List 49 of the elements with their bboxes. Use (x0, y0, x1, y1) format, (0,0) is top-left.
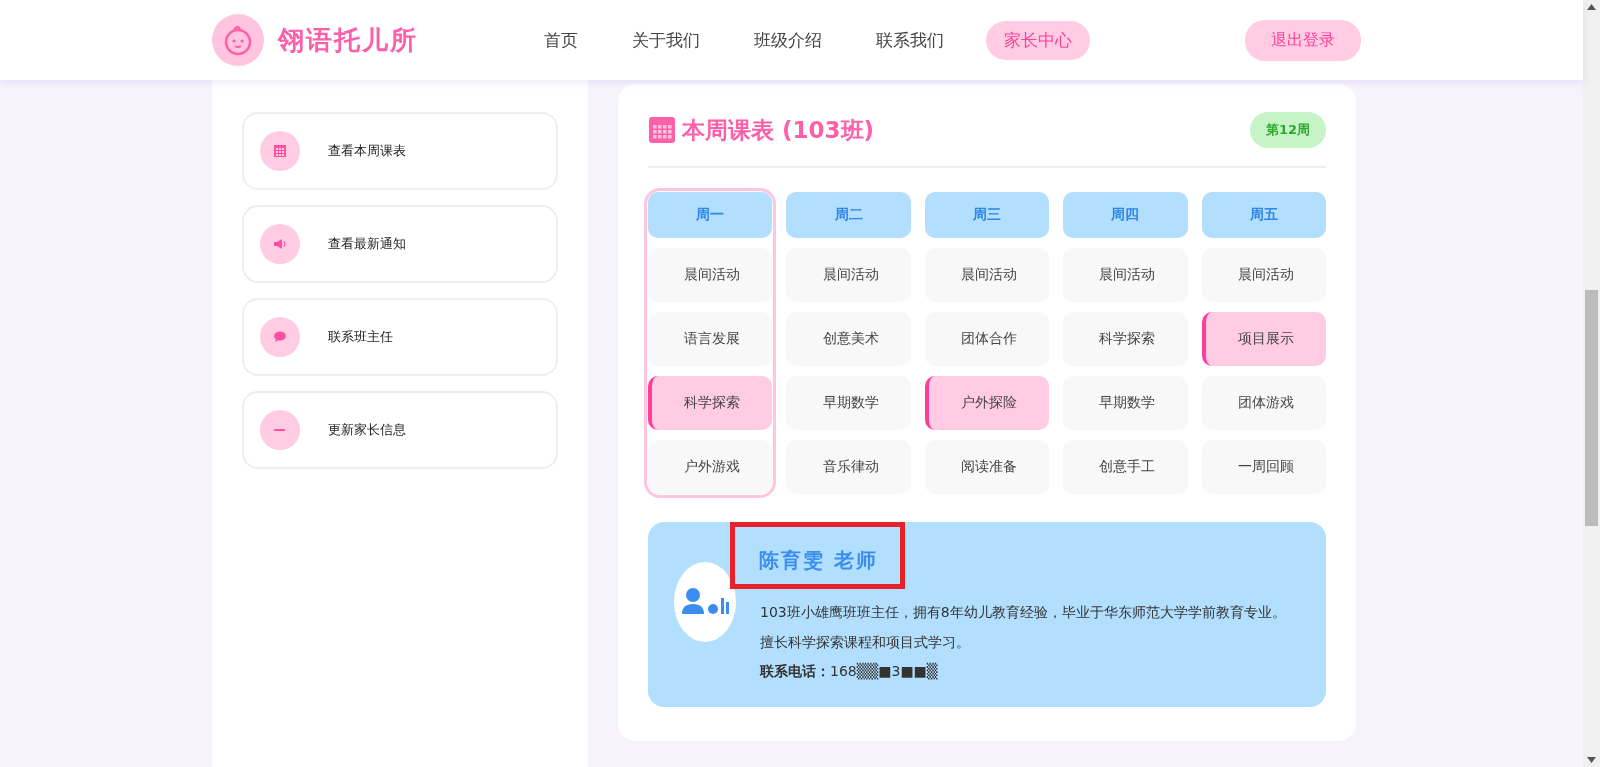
schedule-cell: 户外游戏 (648, 440, 773, 494)
calendar-icon (648, 116, 676, 144)
scroll-down-icon[interactable] (1587, 757, 1596, 763)
calendar-icon (273, 144, 287, 158)
scrollbar-thumb[interactable] (1585, 290, 1598, 526)
schedule-cell: 户外探险 (924, 376, 1050, 430)
quick-link[interactable]: 联系班主任 (242, 298, 558, 376)
teacher-name: 陈育雯 老师 (730, 522, 905, 589)
schedule-cell: 早期数学 (786, 376, 911, 430)
nav-link[interactable]: 班级介绍 (742, 20, 834, 60)
schedule-cell: 一周回顾 (1201, 440, 1326, 494)
megaphone-icon (273, 238, 287, 250)
schedule-title: 本周课表 (103班) (682, 115, 875, 145)
day-header: 周三 (924, 192, 1050, 238)
schedule-cell: 团体合作 (924, 312, 1050, 366)
teacher-phone: 联系电话：168▒▒■3■■▒ (760, 663, 939, 681)
scroll-up-icon[interactable] (1587, 4, 1596, 10)
schedule-cell: 晨间活动 (1201, 248, 1326, 302)
schedule-cell: 晨间活动 (924, 248, 1050, 302)
day-header: 周二 (786, 192, 911, 238)
schedule-cell: 晨间活动 (1063, 248, 1188, 302)
schedule-cell: 音乐律动 (786, 440, 911, 494)
teacher-bio: 103班小雄鹰班班主任，拥有8年幼儿教育经验，毕业于华东师范大学学前教育专业。擅长科学探索课程和项目式学习。 (760, 603, 1287, 652)
week-badge: 第12周 (1249, 112, 1326, 148)
nav-link[interactable]: 首页 (532, 20, 590, 60)
quick-link[interactable]: 查看本周课表 (242, 112, 558, 190)
schedule-cell: 科学探索 (648, 376, 773, 430)
schedule-cell: 早期数学 (1063, 376, 1188, 430)
quick-link[interactable]: 查看最新通知 (242, 205, 558, 283)
schedule-cell: 阅读准备 (924, 440, 1050, 494)
quick-link[interactable]: 更新家长信息 (242, 391, 558, 469)
schedule-cell: 创意手工 (1063, 440, 1188, 494)
site-logo-text: 翎语托儿所 (278, 23, 418, 57)
teacher-avatar-icon (674, 561, 736, 642)
schedule-cell: 项目展示 (1201, 312, 1326, 366)
scrollbar[interactable] (1583, 0, 1600, 767)
schedule-cell: 团体游戏 (1201, 376, 1326, 430)
day-header: 周五 (1201, 192, 1326, 238)
baby-face-logo-icon (212, 14, 264, 66)
schedule-cell: 晨间活动 (786, 248, 911, 302)
schedule-cell: 科学探索 (1063, 312, 1188, 366)
schedule-cell: 创意美术 (786, 312, 911, 366)
day-header: 周四 (1063, 192, 1188, 238)
nav-link[interactable]: 联系我们 (864, 20, 956, 60)
schedule-cell: 语言发展 (648, 312, 773, 366)
speech-bubble-icon (273, 331, 287, 343)
schedule-cell: 晨间活动 (648, 248, 773, 302)
nav-link[interactable]: 关于我们 (620, 20, 712, 60)
day-header: 周一 (648, 192, 773, 238)
